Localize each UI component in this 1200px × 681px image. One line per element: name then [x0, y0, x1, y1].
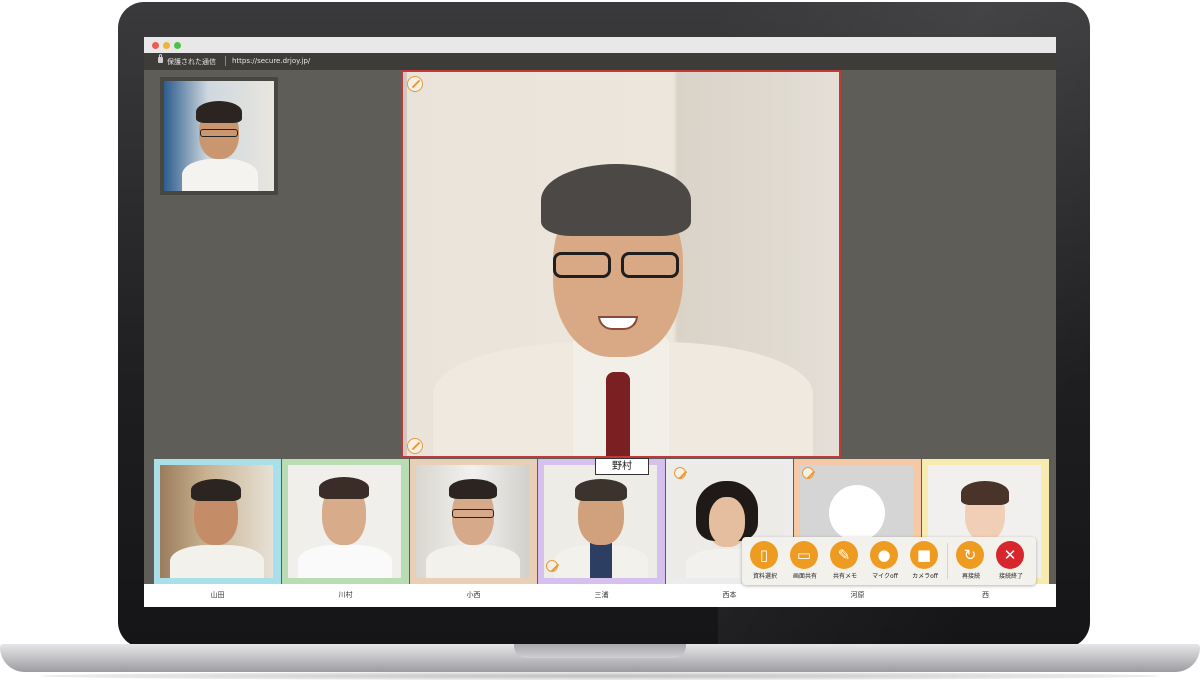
maximize-window-button[interactable] — [174, 42, 181, 49]
end-call-button[interactable]: ✕ 接続終了 — [990, 541, 1032, 583]
participant-tile[interactable] — [282, 459, 409, 584]
self-view-video — [164, 81, 274, 191]
minimize-window-button[interactable] — [163, 42, 170, 49]
participant-tile[interactable] — [410, 459, 537, 584]
signal-icon — [407, 438, 423, 454]
participant-name: 小西 — [466, 591, 481, 599]
laptop-notch — [514, 644, 686, 658]
mic-muted-icon — [407, 76, 423, 92]
self-view[interactable] — [160, 77, 278, 195]
mic-muted-icon — [546, 560, 558, 572]
secure-connection-label: 保護された通信 — [167, 58, 216, 66]
close-window-button[interactable] — [152, 42, 159, 49]
participant-name: 川村 — [338, 591, 353, 599]
monitor-icon: ▭ — [796, 546, 812, 564]
refresh-icon: ↻ — [963, 546, 977, 564]
camera-off-label: カメラoff — [912, 573, 938, 580]
video-camera-icon: ■ — [916, 546, 932, 564]
address-bar[interactable]: 保護された通信 https://secure.drjoy.jp/ — [144, 53, 1056, 70]
browser-window: 保護された通信 https://secure.drjoy.jp/ 野村 山田 川… — [144, 37, 1056, 607]
close-icon: ✕ — [1003, 546, 1017, 564]
participant-name: 西本 — [722, 591, 737, 599]
call-control-toolbar: ▯ 資料選択 ▭ 画面共有 ✎ 共有メモ ● マイクoff ■ カメラoff ↻… — [742, 537, 1036, 585]
participant-name: 山田 — [210, 591, 225, 599]
participant-name: 西 — [982, 591, 989, 599]
participant-name: 河原 — [850, 591, 865, 599]
pencil-icon: ✎ — [837, 546, 851, 564]
document-icon: ▯ — [759, 546, 769, 564]
lock-icon — [158, 54, 163, 63]
mic-muted-icon — [674, 467, 686, 479]
url-text[interactable]: https://secure.drjoy.jp/ — [232, 57, 310, 65]
main-speaker-video[interactable] — [401, 70, 841, 458]
active-speaker-tag: 野村 — [595, 458, 649, 475]
participant-tile[interactable] — [154, 459, 281, 584]
window-titlebar — [144, 37, 1056, 53]
microphone-icon: ● — [877, 546, 891, 564]
end-call-label: 接続終了 — [998, 573, 1023, 580]
no-camera-avatar — [829, 485, 885, 541]
camera-off-button[interactable]: ■ カメラoff — [904, 541, 946, 583]
url-separator — [225, 56, 226, 66]
participant-name: 三浦 — [594, 591, 609, 599]
camera-off-icon — [802, 467, 814, 479]
participant-tile-active[interactable] — [538, 459, 665, 584]
laptop-shadow — [40, 672, 1160, 680]
